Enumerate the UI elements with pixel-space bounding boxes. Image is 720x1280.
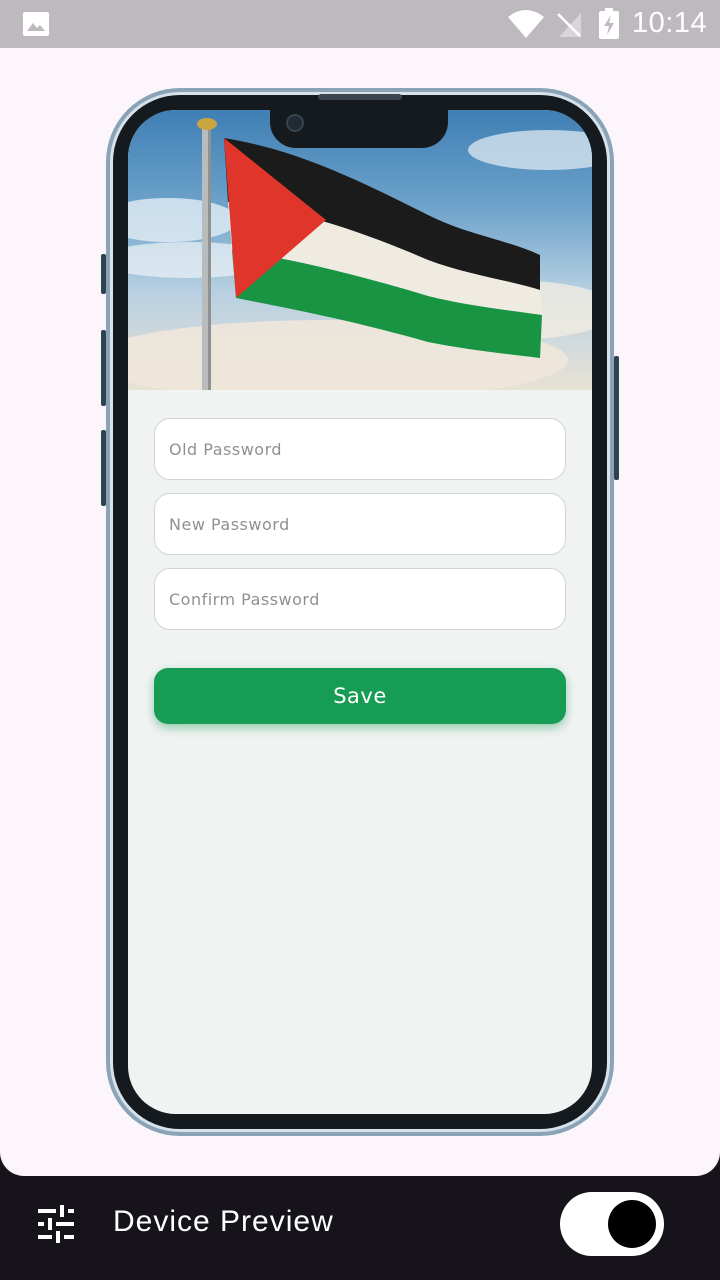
no-signal-icon bbox=[557, 13, 581, 37]
new-password-input[interactable] bbox=[169, 494, 549, 554]
confirm-password-input[interactable] bbox=[169, 569, 549, 629]
save-button[interactable]: Save bbox=[154, 668, 566, 724]
status-bar: 10:14 bbox=[0, 0, 720, 48]
device-side-button bbox=[101, 430, 106, 506]
confirm-password-field[interactable] bbox=[154, 568, 566, 630]
device-side-button bbox=[614, 356, 619, 480]
device-side-button bbox=[101, 254, 106, 294]
hero-image bbox=[128, 110, 592, 390]
flag-illustration bbox=[128, 118, 592, 390]
battery-charging-icon bbox=[599, 8, 619, 39]
device-preview-title: Device Preview bbox=[113, 1205, 334, 1238]
camera-icon bbox=[286, 114, 304, 132]
tune-icon[interactable] bbox=[36, 1205, 76, 1243]
status-time: 10:14 bbox=[632, 7, 708, 39]
device-preview-app: 10:14 Save Device Preview bbox=[0, 0, 720, 1280]
device-speaker bbox=[318, 94, 402, 100]
new-password-field[interactable] bbox=[154, 493, 566, 555]
old-password-input[interactable] bbox=[169, 419, 549, 479]
photo-icon bbox=[23, 12, 49, 36]
device-side-button bbox=[101, 330, 106, 406]
device-screen: Save bbox=[128, 110, 592, 1114]
toggle-knob[interactable] bbox=[608, 1200, 656, 1248]
old-password-field[interactable] bbox=[154, 418, 566, 480]
wifi-icon bbox=[508, 10, 544, 38]
